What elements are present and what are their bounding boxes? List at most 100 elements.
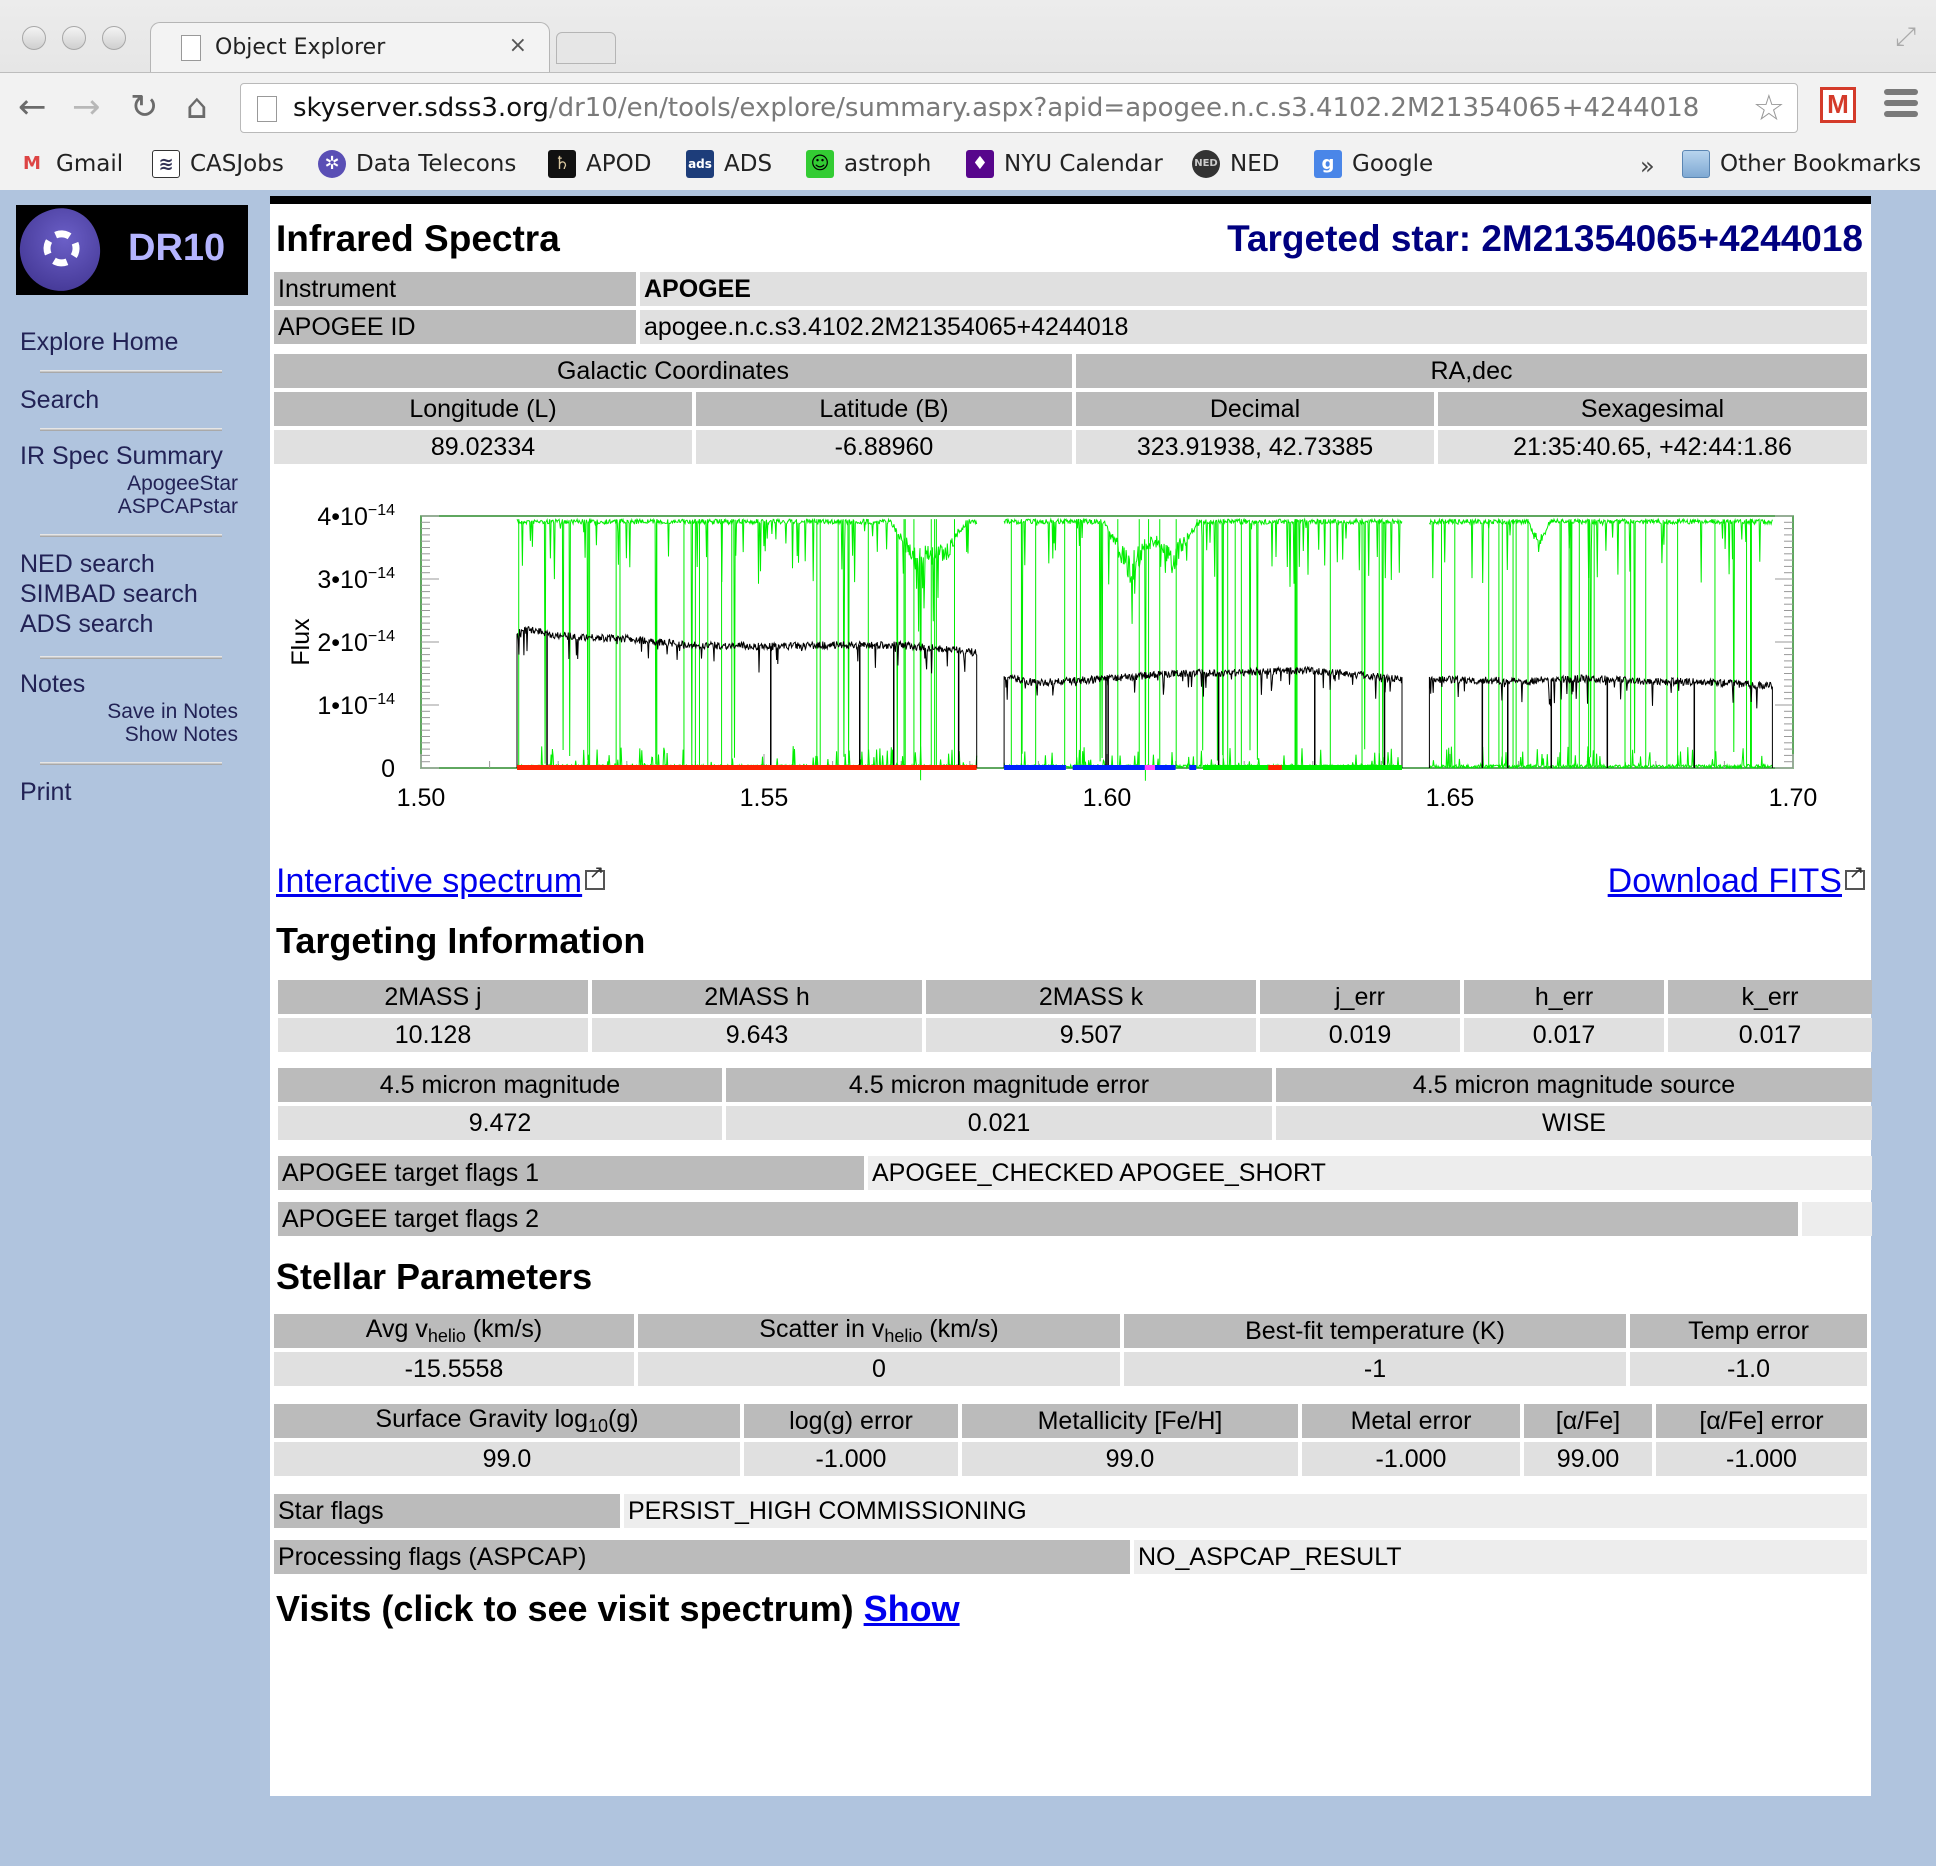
table-cell: 10.128 <box>278 1018 588 1052</box>
bookmark-label: Gmail <box>56 151 124 177</box>
column-header: k_err <box>1668 980 1872 1014</box>
sidebar-item-notes[interactable]: Notes <box>20 670 85 699</box>
tab-strip: Object Explorer × ⤢ <box>0 0 1936 74</box>
column-header: [α/Fe] error <box>1656 1404 1867 1438</box>
column-header: 2MASS h <box>592 980 922 1014</box>
flux-series-line <box>1428 674 1773 768</box>
forward-icon[interactable]: → <box>72 87 101 127</box>
column-header: 2MASS k <box>926 980 1256 1014</box>
apogee-id-value: apogee.n.c.s3.4102.2M21354065+4244018 <box>640 310 1867 344</box>
column-header: 4.5 micron magnitude source <box>1276 1068 1872 1102</box>
reload-icon[interactable]: ↻ <box>130 87 159 127</box>
url-path: /dr10/en/tools/explore/summary.aspx?apid… <box>548 93 1700 123</box>
bookmark-other-bookmarks[interactable]: Other Bookmarks <box>1682 150 1921 178</box>
zoom-window-button[interactable] <box>102 26 126 50</box>
table-cell: -1.000 <box>1656 1442 1867 1476</box>
sidebar-item-print[interactable]: Print <box>20 778 71 807</box>
bookmarks-bar: M Gmail ≋ CASJobs ✲ Data Telecons ♄ APOD… <box>0 142 1936 190</box>
bookmark-ads[interactable]: ads ADS <box>686 150 772 178</box>
mask-bar <box>1268 765 1282 770</box>
table-cell: 99.00 <box>1524 1442 1652 1476</box>
gmail-extension-icon[interactable]: M <box>1820 87 1856 123</box>
column-header: Longitude (L) <box>274 392 692 426</box>
latitude-value: -6.88960 <box>696 430 1072 464</box>
table-cell: -15.5558 <box>274 1352 634 1386</box>
visits-title-text: Visits (click to see visit spectrum) <box>276 1588 854 1629</box>
menu-icon[interactable] <box>1884 89 1918 122</box>
mask-bar <box>1203 765 1272 770</box>
link-label: Download FITS <box>1607 862 1842 900</box>
sidebar-item-search[interactable]: Search <box>20 386 99 415</box>
spectrum-plot: 1.50 1.55 1.60 1.65 1.70 0 1•10−14 2•10−14 3•10−… <box>287 502 1817 812</box>
bookmarks-overflow-chevron[interactable]: » <box>1640 152 1655 180</box>
scatter-vhelio-header: Scatter in vhelio (km/s) <box>638 1314 1120 1348</box>
green-floor-line <box>1003 747 1403 770</box>
nyu-torch-icon: ♦ <box>966 150 994 178</box>
sidebar-item-show-notes[interactable]: Show Notes <box>125 723 238 747</box>
processing-flags-table: Processing flags (ASPCAP) NO_ASPCAP_RESU… <box>270 1536 1871 1578</box>
close-window-button[interactable] <box>22 26 46 50</box>
dr10-logo[interactable]: DR10 <box>8 197 248 303</box>
interactive-spectrum-link[interactable]: Interactive spectrum <box>276 862 606 901</box>
bookmark-label: CASJobs <box>190 151 284 177</box>
back-icon[interactable]: ← <box>18 87 47 127</box>
table-cell: 9.472 <box>278 1106 722 1140</box>
visits-title: Visits (click to see visit spectrum) Sho… <box>276 1588 960 1630</box>
temp-error-header: Temp error <box>1630 1314 1867 1348</box>
table-row: -15.5558 0 -1 -1.0 <box>274 1352 1867 1386</box>
table-cell: 9.643 <box>592 1018 922 1052</box>
table-row: APOGEE target flags 1 APOGEE_CHECKED APO… <box>278 1156 1872 1190</box>
url-text[interactable]: skyserver.sdss3.org/dr10/en/tools/explor… <box>293 93 1699 123</box>
table-row: Surface Gravity log10(g) log(g) error Me… <box>274 1404 1867 1438</box>
star-flags-label: Star flags <box>274 1494 620 1528</box>
header-subscript: helio <box>884 1326 923 1346</box>
close-tab-icon[interactable]: × <box>509 33 527 58</box>
sidebar-item-ads-search[interactable]: ADS search <box>20 610 153 639</box>
sidebar-item-ir-spec-summary[interactable]: IR Spec Summary <box>20 442 223 471</box>
sidebar-item-aspcapstar[interactable]: ASPCAPstar <box>118 495 238 519</box>
bookmark-astroph[interactable]: ☺ astroph <box>806 150 931 178</box>
new-tab-button[interactable] <box>556 32 616 64</box>
minimize-window-button[interactable] <box>62 26 86 50</box>
sidebar-item-simbad-search[interactable]: SIMBAD search <box>20 580 198 609</box>
download-fits-link[interactable]: Download FITS <box>1608 862 1865 901</box>
y-tick-label: 0 <box>381 755 395 783</box>
bookmark-apod[interactable]: ♄ APOD <box>548 150 651 178</box>
sidebar-item-save-in-notes[interactable]: Save in Notes <box>107 700 238 724</box>
bookmark-label: Other Bookmarks <box>1720 151 1922 177</box>
tab-object-explorer[interactable]: Object Explorer × <box>150 22 550 74</box>
mask-bar <box>517 765 977 770</box>
bookmark-data-telecons[interactable]: ✲ Data Telecons <box>318 150 516 178</box>
bookmark-ned[interactable]: NED NED <box>1192 150 1279 178</box>
toolbar: ← → ↻ ⌂ skyserver.sdss3.org/dr10/en/tool… <box>0 72 1936 142</box>
header-subscript: helio <box>427 1326 466 1346</box>
sidebar-item-apogeestar[interactable]: ApogeeStar <box>127 472 238 496</box>
table-cell: -1.000 <box>1302 1442 1520 1476</box>
target-flags-2-table: APOGEE target flags 2 <box>274 1198 1876 1240</box>
column-header: 4.5 micron magnitude error <box>726 1068 1272 1102</box>
fullscreen-icon[interactable]: ⤢ <box>1895 22 1916 53</box>
table-row: 89.02334 -6.88960 323.91938, 42.73385 21… <box>274 430 1867 464</box>
bookmark-gmail[interactable]: M Gmail <box>18 150 123 178</box>
mask-bar <box>1004 765 1066 770</box>
radec-header: RA,dec <box>1076 354 1867 388</box>
mask-bar <box>1072 765 1149 770</box>
bookmark-nyu-calendar[interactable]: ♦ NYU Calendar <box>966 150 1163 178</box>
folder-icon <box>1682 150 1710 178</box>
bookmark-google[interactable]: g Google <box>1314 150 1433 178</box>
mask-bar <box>1281 765 1402 770</box>
address-bar[interactable]: skyserver.sdss3.org/dr10/en/tools/explor… <box>240 83 1798 133</box>
gmail-icon: M <box>23 153 41 174</box>
table-row: 2MASS j 2MASS h 2MASS k j_err h_err k_er… <box>278 980 1872 1014</box>
avg-vhelio-header: Avg vhelio (km/s) <box>274 1314 634 1348</box>
sidebar-item-explore-home[interactable]: Explore Home <box>20 328 178 357</box>
browser-chrome: Object Explorer × ⤢ ← → ↻ ⌂ skyserver.sd… <box>0 0 1936 190</box>
sidebar-item-ned-search[interactable]: NED search <box>20 550 155 579</box>
bookmark-casjobs[interactable]: ≋ CASJobs <box>152 150 284 178</box>
show-visits-link[interactable]: Show <box>864 1588 960 1629</box>
bookmark-star-icon[interactable]: ☆ <box>1753 88 1785 129</box>
ads-icon: ads <box>686 150 714 178</box>
apogee-id-label: APOGEE ID <box>274 310 636 344</box>
decimal-value: 323.91938, 42.73385 <box>1076 430 1434 464</box>
home-icon[interactable]: ⌂ <box>186 87 208 127</box>
